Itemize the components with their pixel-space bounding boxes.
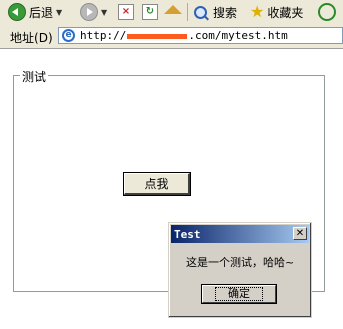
url-text[interactable]: http:// .com/mytest.htm (80, 29, 288, 42)
close-icon[interactable]: ✕ (293, 227, 307, 240)
address-bar: 地址(D) e http:// .com/mytest.htm (0, 24, 343, 49)
click-me-button[interactable]: 点我 (123, 172, 191, 196)
back-label: 后退 (29, 5, 54, 20)
dialog-message: 这是一个测试，哈哈~ (186, 256, 295, 269)
url-suffix: .com/mytest.htm (188, 29, 288, 42)
dialog-title: Test (174, 228, 201, 241)
ok-button[interactable]: 确定 (201, 284, 277, 304)
stop-icon: × (118, 4, 134, 20)
refresh-icon: ↻ (142, 4, 158, 20)
url-redaction-mark (127, 33, 188, 39)
media-button[interactable] (318, 2, 336, 22)
url-prefix: http:// (80, 29, 127, 42)
home-icon (164, 4, 182, 14)
forward-dropdown-icon[interactable]: ▼ (101, 8, 107, 17)
favorites-label: 收藏夹 (267, 5, 304, 20)
address-label: 地址(D) (10, 29, 53, 46)
back-icon (8, 3, 26, 21)
browser-toolbar: 后退 ▼ ▼ × ↻ 搜索 ★ 收藏夹 (0, 0, 343, 25)
address-label-accel: (D) (34, 31, 53, 45)
fieldset-legend: 测试 (20, 68, 49, 85)
alert-dialog: Test ✕ 这是一个测试，哈哈~ 确定 (168, 222, 312, 318)
forward-button[interactable]: ▼ (80, 2, 107, 22)
back-dropdown-icon[interactable]: ▼ (56, 8, 62, 17)
search-button[interactable]: 搜索 (194, 2, 237, 22)
refresh-button[interactable]: ↻ (142, 2, 158, 22)
address-label-text: 地址 (10, 31, 35, 45)
ok-button-label: 确定 (215, 287, 263, 301)
toolbar-divider (187, 3, 188, 21)
address-input[interactable]: e http:// .com/mytest.htm (58, 27, 343, 44)
dialog-titlebar[interactable]: Test ✕ (171, 225, 309, 243)
back-button[interactable]: 后退 ▼ (8, 2, 62, 22)
favorites-button[interactable]: ★ 收藏夹 (250, 2, 303, 22)
search-label: 搜索 (213, 5, 238, 20)
media-icon (318, 3, 336, 21)
ie-page-icon: e (62, 29, 75, 42)
stop-button[interactable]: × (118, 2, 134, 22)
favorites-icon: ★ (250, 2, 265, 21)
forward-icon (80, 3, 98, 21)
home-button[interactable] (164, 2, 182, 22)
search-icon (194, 5, 207, 19)
